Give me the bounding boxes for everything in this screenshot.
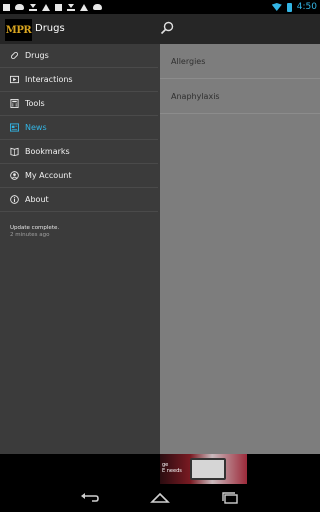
ad-text: ge E needs <box>162 462 182 474</box>
warning-notification-icon <box>42 3 50 11</box>
notification-icons <box>3 3 102 11</box>
drawer-item-news[interactable]: News <box>0 116 158 140</box>
home-button[interactable] <box>150 491 170 505</box>
drawer-item-label: About <box>25 195 49 204</box>
info-icon <box>10 195 19 204</box>
home-icon <box>150 492 170 503</box>
drawer-item-label: Drugs <box>25 51 49 60</box>
news-icon <box>10 123 19 132</box>
calendar-notification-icon <box>55 3 62 11</box>
drawer-item-label: Interactions <box>25 75 73 84</box>
drawer-item-my-account[interactable]: My Account <box>0 164 158 188</box>
status-bar: 4:50 <box>0 0 320 14</box>
back-icon <box>81 493 99 502</box>
update-status-message: Update complete. <box>10 225 60 231</box>
cloud-notification-icon <box>93 4 102 10</box>
ad-banner[interactable]: ge E needs <box>160 454 247 484</box>
recents-icon <box>222 492 238 504</box>
system-nav-bar <box>0 484 320 512</box>
bookmark-icon <box>10 147 19 156</box>
system-status: 4:50 <box>271 2 317 12</box>
ad-device-image <box>190 458 226 480</box>
ad-spacer <box>0 454 160 484</box>
image-notification-icon <box>3 3 10 11</box>
ad-spacer <box>247 454 320 484</box>
drawer-item-bookmarks[interactable]: Bookmarks <box>0 140 158 164</box>
drawer-item-tools[interactable]: Tools <box>0 92 158 116</box>
drawer-item-label: My Account <box>25 171 72 180</box>
update-status-time: 2 minutes ago <box>10 232 50 238</box>
navigation-drawer: Drugs Interactions Tools News Bookmarks … <box>0 44 160 454</box>
content-list: Allergies Anaphylaxis <box>160 44 320 454</box>
drawer-item-interactions[interactable]: Interactions <box>0 68 158 92</box>
search-icon[interactable] <box>160 21 174 35</box>
interactions-icon <box>10 75 19 84</box>
recents-button[interactable] <box>220 491 240 505</box>
app-title: Drugs <box>35 23 65 34</box>
drawer-item-label: Bookmarks <box>25 147 70 156</box>
drawer-item-drugs[interactable]: Drugs <box>0 44 158 68</box>
app-logo[interactable]: MPR <box>5 19 32 41</box>
download-notification-icon <box>67 3 75 11</box>
action-bar: MPR Drugs <box>0 14 320 47</box>
account-icon <box>10 171 19 180</box>
pill-icon <box>10 51 19 60</box>
drawer-item-about[interactable]: About <box>0 188 158 212</box>
battery-icon <box>286 2 292 12</box>
back-button[interactable] <box>80 491 100 505</box>
drawer-item-label: Tools <box>25 99 45 108</box>
clock: 4:50 <box>296 2 317 12</box>
list-item[interactable]: Allergies <box>160 44 320 79</box>
drawer-item-label: News <box>25 123 47 132</box>
cloud-notification-icon <box>15 4 24 10</box>
download-notification-icon <box>29 3 37 11</box>
wifi-icon <box>271 3 282 11</box>
warning-notification-icon <box>80 3 88 11</box>
calculator-icon <box>10 99 19 108</box>
list-item[interactable]: Anaphylaxis <box>160 79 320 114</box>
